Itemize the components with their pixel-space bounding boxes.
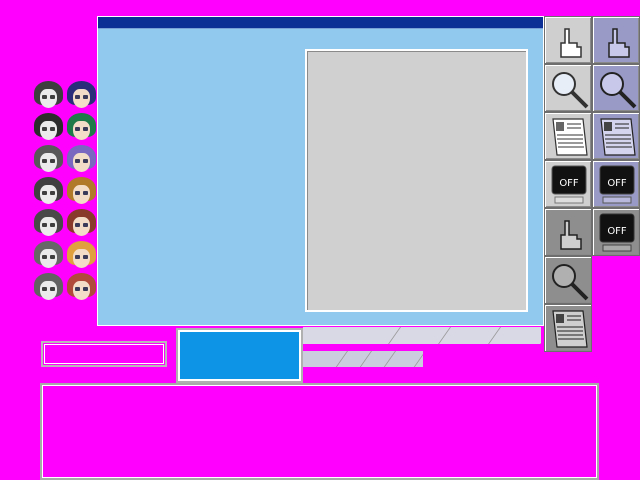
portrait-eye — [50, 95, 55, 99]
portrait-eye — [50, 255, 55, 259]
character-portrait[interactable] — [32, 112, 65, 144]
portrait-eye — [42, 223, 47, 227]
portrait-eye — [50, 223, 55, 227]
portrait-eye — [83, 287, 88, 291]
magnifier-button[interactable] — [544, 64, 592, 112]
title-bar[interactable] — [98, 17, 543, 29]
message-box — [40, 383, 599, 480]
portrait-eye — [42, 287, 47, 291]
name-field[interactable] — [41, 341, 167, 367]
power-off-button-hover[interactable]: OFF — [592, 160, 640, 208]
portrait-eye — [83, 159, 88, 163]
portrait-eye — [75, 95, 80, 99]
magnifier-icon — [600, 72, 637, 109]
tab-strip-lower — [303, 351, 423, 367]
character-portrait[interactable] — [65, 80, 98, 112]
character-portrait-grid — [32, 80, 98, 304]
confirm-button[interactable] — [176, 328, 303, 383]
portrait-eye — [42, 191, 47, 195]
character-portrait[interactable] — [32, 144, 65, 176]
document-icon — [600, 118, 636, 156]
portrait-eye — [42, 159, 47, 163]
portrait-eye — [75, 159, 80, 163]
document-button-pressed[interactable] — [544, 304, 592, 352]
character-portrait[interactable] — [32, 176, 65, 208]
portrait-eye — [42, 255, 47, 259]
magnifier-icon — [552, 264, 589, 301]
off-label: OFF — [607, 178, 627, 189]
character-portrait[interactable] — [65, 144, 98, 176]
hand-pointer-button-hover[interactable] — [592, 16, 640, 64]
portrait-eye — [75, 191, 80, 195]
portrait-eye — [83, 127, 88, 131]
off-label: OFF — [559, 178, 579, 189]
hand-pointer-button-pressed[interactable] — [544, 208, 592, 256]
portrait-eye — [83, 223, 88, 227]
hand-pointer-icon — [608, 28, 630, 58]
portrait-eye — [50, 159, 55, 163]
character-portrait[interactable] — [65, 208, 98, 240]
portrait-eye — [75, 255, 80, 259]
character-portrait[interactable] — [65, 176, 98, 208]
portrait-eye — [75, 127, 80, 131]
power-off-button[interactable]: OFF — [544, 160, 592, 208]
character-portrait[interactable] — [65, 112, 98, 144]
document-button[interactable] — [544, 112, 592, 160]
portrait-eye — [75, 223, 80, 227]
portrait-eye — [50, 191, 55, 195]
character-portrait[interactable] — [32, 240, 65, 272]
off-label: OFF — [607, 226, 627, 237]
hand-pointer-icon — [560, 28, 582, 58]
character-portrait[interactable] — [65, 240, 98, 272]
character-portrait[interactable] — [32, 208, 65, 240]
magnifier-button-pressed[interactable] — [544, 256, 592, 304]
portrait-eye — [50, 127, 55, 131]
tab-strip-upper — [303, 327, 541, 344]
document-icon — [552, 310, 588, 348]
magnifier-icon — [552, 72, 589, 109]
magnifier-button-hover[interactable] — [592, 64, 640, 112]
portrait-eye — [42, 127, 47, 131]
document-icon — [552, 118, 588, 156]
character-portrait[interactable] — [65, 272, 98, 304]
portrait-eye — [83, 191, 88, 195]
portrait-eye — [83, 95, 88, 99]
portrait-eye — [42, 95, 47, 99]
preview-panel — [305, 49, 528, 312]
character-portrait[interactable] — [32, 272, 65, 304]
portrait-eye — [50, 287, 55, 291]
power-off-button-pressed[interactable]: OFF — [592, 208, 640, 256]
hand-pointer-icon — [560, 220, 582, 250]
hand-pointer-button[interactable] — [544, 16, 592, 64]
document-button-hover[interactable] — [592, 112, 640, 160]
character-portrait[interactable] — [32, 80, 65, 112]
portrait-eye — [83, 255, 88, 259]
main-window — [97, 16, 544, 326]
portrait-eye — [75, 287, 80, 291]
